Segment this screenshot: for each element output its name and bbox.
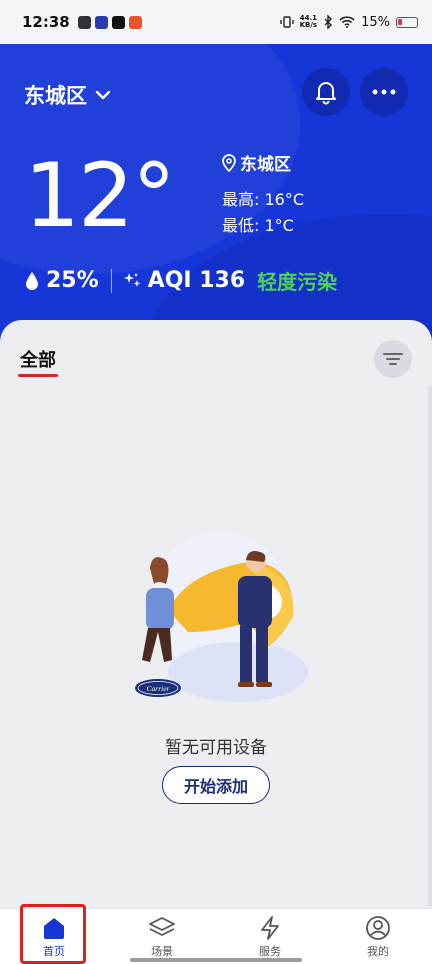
metrics-divider: [110, 268, 112, 293]
notification-button[interactable]: [302, 68, 350, 116]
tab-active-indicator: [18, 374, 58, 377]
aqi-value: AQI 136: [147, 268, 246, 293]
status-bar: 12:38 44.1 KB/s 15%: [0, 0, 432, 44]
highlight-box: [20, 904, 86, 964]
chevron-down-icon: [95, 90, 111, 100]
bell-icon: [316, 82, 336, 105]
scrollbar[interactable]: [428, 386, 432, 906]
current-temperature: 12°: [24, 144, 176, 247]
start-adding-button[interactable]: 开始添加: [162, 766, 270, 804]
home-indicator: [130, 958, 302, 962]
humidity-value: 25%: [46, 268, 99, 293]
location-pin-icon: [222, 153, 236, 172]
nav-item-scenes[interactable]: 场景: [108, 909, 216, 964]
network-speed: 44.1 KB/s: [299, 14, 318, 29]
app-notification-icon: [128, 15, 142, 29]
city-name: 东城区: [24, 84, 87, 108]
status-app-icons: [77, 15, 142, 29]
layers-icon: [149, 917, 175, 936]
user-icon: [366, 916, 390, 940]
filter-button[interactable]: [374, 340, 412, 378]
battery-percent: 15%: [361, 14, 390, 30]
app-notification-icon: [94, 15, 108, 29]
filter-icon: [383, 353, 403, 365]
vibrate-icon: [279, 16, 294, 28]
weather-header: 东城区 12° 东城区 最高: 16°C 最低: 1°C 25% AQI 136…: [0, 44, 432, 344]
wifi-icon: [339, 16, 355, 28]
sparkle-icon: [123, 272, 141, 287]
bolt-icon: [261, 916, 279, 940]
empty-state-text: 暂无可用设备: [165, 738, 267, 758]
nav-item-profile[interactable]: 我的: [324, 909, 432, 964]
bluetooth-icon: [324, 15, 333, 29]
status-time: 12:38: [22, 13, 70, 31]
air-metrics: 25% AQI 136 轻度污染: [24, 266, 337, 295]
city-selector[interactable]: 东城区: [24, 80, 111, 110]
high-temperature: 最高: 16°C: [222, 190, 305, 209]
aqi-level: 轻度污染: [257, 270, 338, 294]
low-temperature: 最低: 1°C: [222, 216, 294, 235]
nav-item-services[interactable]: 服务: [216, 909, 324, 964]
brand-logo: Carrier: [147, 684, 170, 693]
device-panel: 全部 Carrier 暂无可用设备 开始添加: [0, 320, 432, 908]
tab-all[interactable]: 全部: [20, 346, 56, 372]
droplet-icon: [26, 271, 38, 290]
location-label: 东城区: [222, 150, 291, 175]
more-icon: [372, 89, 396, 95]
battery-icon: [396, 16, 418, 28]
app-notification-icon: [77, 15, 91, 29]
empty-state-illustration: Carrier: [135, 532, 308, 702]
more-button[interactable]: [360, 68, 408, 116]
app-notification-icon: [111, 15, 125, 29]
